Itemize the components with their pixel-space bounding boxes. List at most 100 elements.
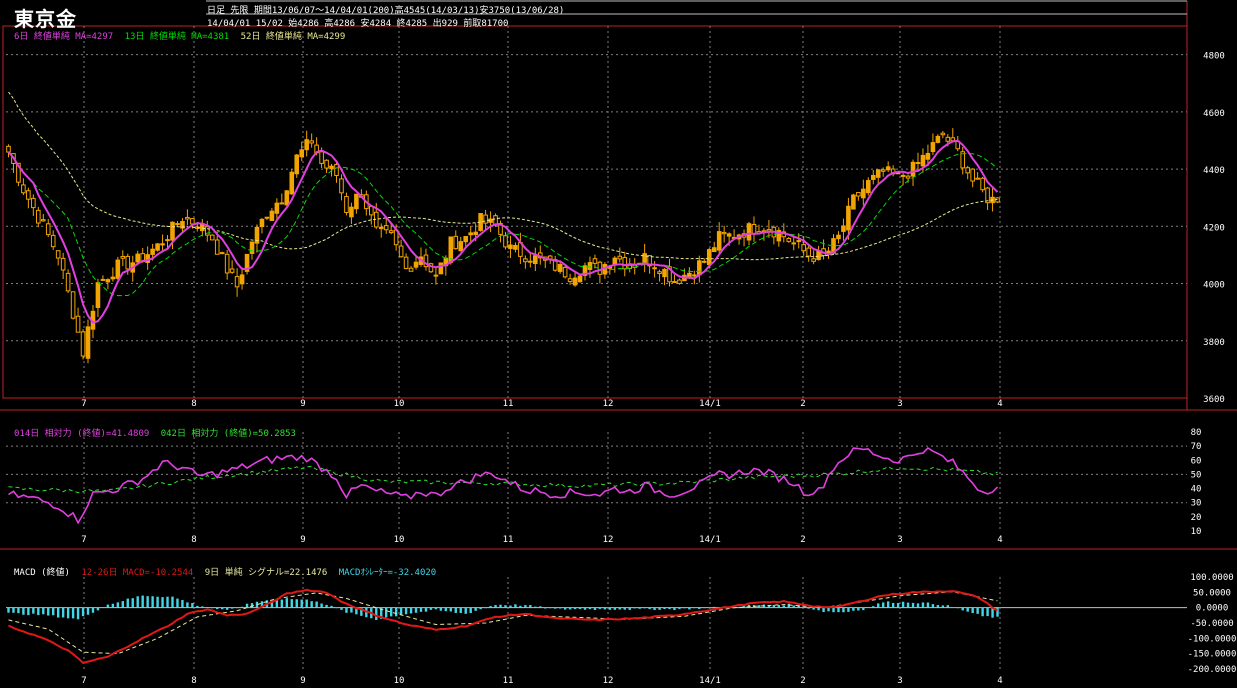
oscillator-bar bbox=[857, 607, 860, 611]
legend-ma13: 13日 終値単純 MA=4381 bbox=[124, 32, 230, 42]
oscillator-bar bbox=[335, 607, 338, 609]
oscillator-bar bbox=[847, 607, 850, 612]
macd-x-tick-label: 12 bbox=[603, 676, 614, 686]
candle-body bbox=[403, 256, 409, 269]
oscillator-bar bbox=[628, 607, 631, 610]
oscillator-bar bbox=[429, 607, 433, 610]
macd-x-tick-label: 8 bbox=[191, 676, 196, 686]
main-y-tick-label: 4400 bbox=[1203, 166, 1225, 176]
candle-body bbox=[975, 177, 980, 180]
oscillator-bar bbox=[981, 607, 984, 617]
oscillator-bar bbox=[424, 607, 428, 612]
candle-body bbox=[105, 279, 111, 283]
oscillator-bar bbox=[340, 607, 343, 610]
oscillator-bar bbox=[886, 601, 890, 608]
candle-body bbox=[905, 175, 911, 179]
oscillator-bar bbox=[931, 604, 935, 608]
oscillator-bar bbox=[673, 607, 676, 611]
candle-body bbox=[592, 258, 598, 264]
candle-body bbox=[170, 221, 175, 241]
oscillator-bar bbox=[454, 607, 457, 613]
oscillator-bar bbox=[27, 607, 30, 616]
main-y-tick-label: 4600 bbox=[1203, 109, 1225, 119]
rsi-y-tick-label: 40 bbox=[1191, 485, 1202, 495]
main-x-tick-label: 11 bbox=[503, 399, 514, 409]
main-x-tick-label: 12 bbox=[603, 399, 614, 409]
oscillator-bar bbox=[235, 607, 239, 609]
candle-body bbox=[617, 255, 623, 260]
oscillator-bar bbox=[787, 603, 790, 608]
oscillator-bar bbox=[757, 605, 761, 608]
oscillator-bar bbox=[320, 603, 323, 608]
rsi-x-tick-label: 12 bbox=[603, 535, 614, 545]
oscillator-bar bbox=[713, 606, 716, 608]
oscillator-bar bbox=[852, 607, 855, 611]
oscillator-bar bbox=[245, 603, 249, 608]
oscillator-bar bbox=[201, 606, 204, 608]
main-x-tick-label: 2 bbox=[800, 399, 805, 409]
oscillator-bar bbox=[66, 607, 70, 619]
rsi-y-tick-label: 60 bbox=[1191, 456, 1202, 466]
candle-body bbox=[473, 231, 478, 236]
oscillator-bar bbox=[703, 607, 706, 609]
candle-body bbox=[513, 244, 518, 250]
candle-body bbox=[60, 257, 66, 271]
candle-body bbox=[458, 241, 464, 252]
candle-body bbox=[920, 154, 926, 167]
candle-body bbox=[319, 151, 324, 164]
oscillator-bar bbox=[484, 607, 487, 609]
main-x-tick-label: 7 bbox=[81, 399, 86, 409]
oscillator-bar bbox=[47, 607, 50, 616]
rsi-x-tick-label: 7 bbox=[81, 535, 86, 545]
oscillator-bar bbox=[499, 604, 502, 608]
main-x-tick-label: 3 bbox=[897, 399, 902, 409]
main-x-tick-label: 9 bbox=[300, 399, 305, 409]
oscillator-bar bbox=[71, 607, 75, 619]
candle-body bbox=[249, 241, 255, 254]
oscillator-bar bbox=[618, 607, 621, 610]
legend-rsi42: 042日 相対力 (終値)=50.2853 bbox=[160, 429, 296, 439]
main-panel-frame bbox=[2, 25, 1188, 399]
candle-body bbox=[185, 216, 190, 220]
candle-body bbox=[622, 257, 628, 270]
candle-body bbox=[135, 253, 141, 263]
oscillator-bar bbox=[792, 605, 795, 608]
candle-body bbox=[65, 272, 71, 292]
oscillator-bar bbox=[305, 599, 308, 608]
candle-body bbox=[299, 149, 305, 158]
oscillator-bar bbox=[872, 606, 875, 608]
oscillator-bar bbox=[489, 606, 492, 608]
candle-body bbox=[453, 235, 459, 250]
candle-body bbox=[716, 231, 722, 251]
candle-body bbox=[965, 167, 970, 174]
oscillator-bar bbox=[553, 607, 557, 609]
candle-body bbox=[289, 171, 295, 195]
macd-y-tick-label: 100.0000 bbox=[1190, 573, 1233, 583]
oscillator-bar bbox=[181, 600, 184, 608]
candle-body bbox=[294, 154, 300, 175]
oscillator-bar bbox=[394, 607, 398, 617]
oscillator-bar bbox=[439, 607, 443, 611]
candle-body bbox=[677, 279, 682, 284]
candle-body bbox=[155, 243, 160, 251]
oscillator-bar bbox=[126, 598, 129, 608]
oscillator-bar bbox=[464, 607, 467, 614]
macd-x-tick-label: 7 bbox=[81, 676, 86, 686]
macd-legend: MACD (終値) 12-26日 MACD=-10.2544 9日 単純 シグナ… bbox=[14, 565, 442, 578]
oscillator-bar bbox=[230, 607, 234, 609]
oscillator-bar bbox=[827, 607, 830, 612]
oscillator-bar bbox=[186, 602, 189, 608]
oscillator-bar bbox=[385, 607, 388, 618]
oscillator-bar bbox=[837, 607, 840, 613]
oscillator-bar bbox=[280, 599, 284, 608]
main-y-tick-label: 4000 bbox=[1203, 281, 1225, 291]
oscillator-bar bbox=[419, 607, 423, 612]
candle-body bbox=[383, 225, 389, 231]
period-info: 日足 先限 期間13/06/07～14/04/01(200)高4545(14/0… bbox=[207, 6, 565, 16]
oscillator-bar bbox=[822, 607, 825, 613]
macd-x-tick-label: 11 bbox=[503, 676, 514, 686]
oscillator-bar bbox=[474, 607, 477, 611]
candle-body bbox=[970, 168, 975, 182]
oscillator-bar bbox=[956, 607, 959, 609]
oscillator-bar bbox=[86, 607, 90, 615]
